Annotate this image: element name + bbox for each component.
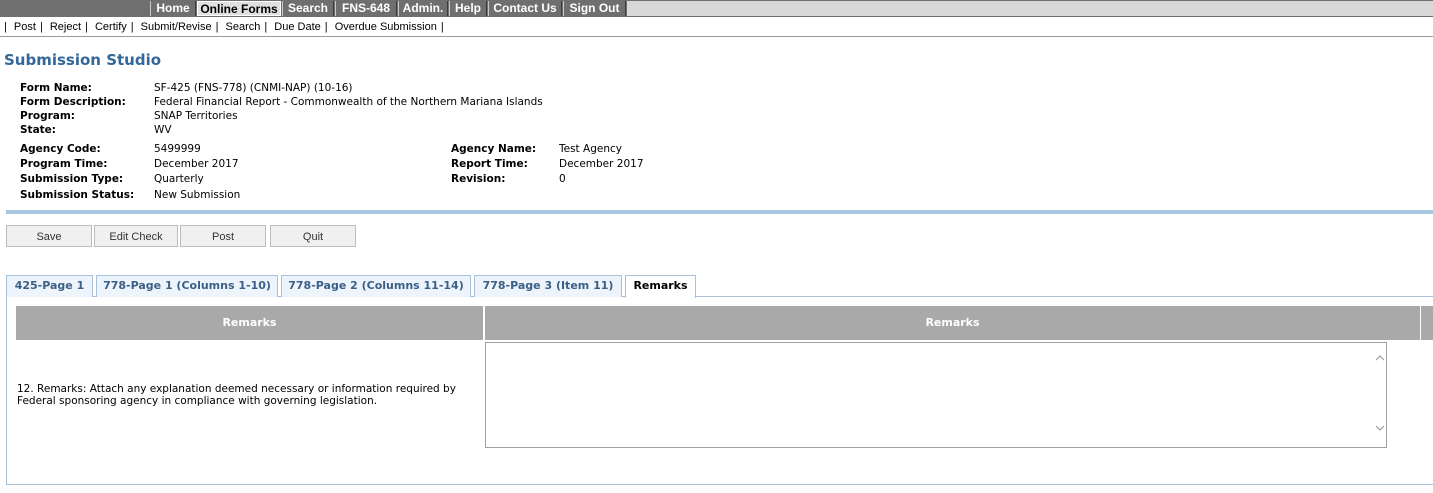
submission-type-label: Submission Type: — [20, 173, 124, 185]
submission-status-value: New Submission — [154, 189, 241, 201]
page-title: Submission Studio — [4, 51, 162, 69]
submission-status-label: Submission Status: — [20, 189, 135, 201]
remarks-input-header: Remarks — [485, 306, 1420, 340]
nav-fns-648[interactable]: FNS-648 — [335, 1, 397, 16]
sub-nav: | Post | Reject | Certify | Submit/Revise | … — [0, 18, 448, 36]
header-filler — [1421, 306, 1433, 340]
nav-admin[interactable]: Admin. — [398, 1, 448, 16]
subnav-separator: | — [215, 21, 219, 33]
divider — [0, 36, 1433, 37]
subnav-separator: | — [264, 21, 268, 33]
revision-value: 0 — [559, 173, 566, 185]
state-label: State: — [20, 124, 57, 136]
submission-type-value: Quarterly — [154, 173, 204, 185]
agency-name-value: Test Agency — [559, 143, 622, 155]
subnav-due-date[interactable]: Due Date — [274, 21, 320, 33]
subnav-reject[interactable]: Reject — [50, 21, 81, 33]
agency-code-label: Agency Code: — [20, 143, 101, 155]
form-name-value: SF-425 (FNS-778) (CNMI-NAP) (10-16) — [154, 82, 353, 94]
program-value: SNAP Territories — [154, 110, 238, 122]
nav-sign-out[interactable]: Sign Out — [563, 1, 626, 16]
tab-778-page-3[interactable]: 778-Page 3 (Item 11) — [474, 275, 622, 297]
subnav-certify[interactable]: Certify — [95, 21, 127, 33]
nav-online-forms[interactable]: Online Forms — [197, 1, 281, 16]
chevron-down-icon[interactable] — [1374, 422, 1386, 434]
form-name-label: Form Name: — [20, 82, 92, 94]
remarks-column-header: Remarks — [16, 306, 483, 340]
agency-name-label: Agency Name: — [451, 143, 537, 155]
nav-home[interactable]: Home — [150, 1, 196, 16]
report-time-label: Report Time: — [451, 158, 528, 170]
form-description-value: Federal Financial Report - Commonwealth … — [154, 96, 543, 108]
remarks-item-description: 12. Remarks: Attach any explanation deem… — [17, 383, 456, 407]
tab-778-page-1[interactable]: 778-Page 1 (Columns 1-10) — [96, 275, 278, 297]
tab-425-page-1[interactable]: 425-Page 1 — [6, 275, 93, 297]
nav-help[interactable]: Help — [449, 1, 487, 16]
subnav-submit-revise[interactable]: Submit/Revise — [141, 21, 212, 33]
post-button[interactable]: Post — [180, 225, 266, 247]
quit-button[interactable]: Quit — [270, 225, 356, 247]
tab-778-page-2[interactable]: 778-Page 2 (Columns 11-14) — [281, 275, 471, 297]
subnav-separator: | — [4, 21, 7, 33]
subnav-separator: | — [85, 21, 88, 33]
subnav-overdue-submission[interactable]: Overdue Submission — [335, 21, 437, 33]
save-button[interactable]: Save — [6, 225, 92, 247]
remarks-textarea[interactable] — [485, 342, 1387, 448]
chevron-up-icon[interactable] — [1374, 352, 1386, 364]
edit-check-button[interactable]: Edit Check — [94, 225, 178, 247]
tab-remarks[interactable]: Remarks — [625, 275, 696, 298]
nav-search[interactable]: Search — [282, 1, 334, 16]
report-time-value: December 2017 — [559, 158, 644, 170]
nav-end-bar — [627, 1, 1433, 16]
subnav-search[interactable]: Search — [226, 21, 261, 33]
form-description-label: Form Description: — [20, 96, 126, 108]
nav-contact-us[interactable]: Contact Us — [488, 1, 562, 16]
top-nav-bar: Home Online Forms Search FNS-648 Admin. … — [0, 0, 1433, 17]
subnav-separator: | — [324, 21, 328, 33]
program-time-label: Program Time: — [20, 158, 108, 170]
subnav-separator: | — [440, 21, 444, 33]
state-value: WV — [154, 124, 172, 136]
subnav-separator: | — [39, 21, 43, 33]
section-divider — [6, 210, 1433, 214]
agency-code-value: 5499999 — [154, 143, 201, 155]
program-time-value: December 2017 — [154, 158, 239, 170]
revision-label: Revision: — [451, 173, 506, 185]
program-label: Program: — [20, 110, 76, 122]
subnav-post[interactable]: Post — [14, 21, 36, 33]
subnav-separator: | — [130, 21, 134, 33]
